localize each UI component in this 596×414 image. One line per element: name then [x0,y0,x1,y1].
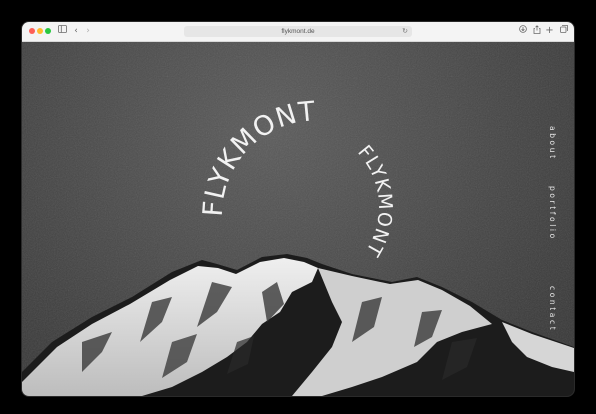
website-page: FLYKMONT FLYKMONT about portfolio contac… [22,42,574,396]
browser-toolbar: ‹ › flykmont.de ↻ + [22,22,574,42]
zoom-window-button[interactable] [45,28,51,34]
reload-icon[interactable]: ↻ [402,26,408,37]
download-icon[interactable] [518,25,527,37]
tabs-icon[interactable] [559,25,568,37]
plus-icon[interactable]: + [545,25,554,37]
nav-link-portfolio[interactable]: portfolio [548,186,557,241]
nav-link-contact[interactable]: contact [548,286,557,332]
sidebar-icon[interactable] [57,25,67,37]
close-window-button[interactable] [29,28,35,34]
url-text: flykmont.de [281,28,315,35]
address-bar[interactable]: flykmont.de ↻ [184,26,412,37]
share-icon[interactable] [532,25,541,37]
chevron-right-icon[interactable]: › [84,25,92,37]
chevron-left-icon[interactable]: ‹ [72,25,80,37]
browser-window: ‹ › flykmont.de ↻ + FLYKMONT FLYKMONT ab… [22,22,574,396]
nav-link-about[interactable]: about [548,126,557,161]
minimize-window-button[interactable] [37,28,43,34]
vertical-nav: about portfolio contact [544,126,564,376]
hero-image: FLYKMONT FLYKMONT [22,42,574,396]
